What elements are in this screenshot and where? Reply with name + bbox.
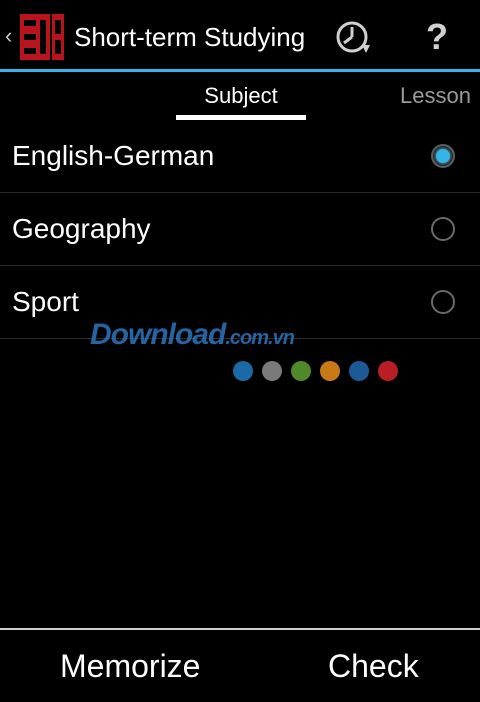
bottom-bar: Memorize Check — [0, 628, 480, 702]
page-title: Short-term Studying — [74, 22, 306, 52]
tab-subject[interactable]: Subject — [176, 82, 306, 110]
memorize-button[interactable]: Memorize — [60, 646, 200, 686]
watermark-dots — [233, 361, 407, 381]
radio-button[interactable] — [431, 217, 455, 241]
list-item-label: Geography — [12, 213, 151, 244]
watermark-suffix: .com.vn — [225, 327, 295, 349]
clock-refresh-icon[interactable] — [332, 17, 376, 57]
watermark-dot — [262, 361, 282, 381]
list-item-english-german[interactable]: English-German — [0, 120, 480, 193]
watermark-dot — [291, 361, 311, 381]
check-button[interactable]: Check — [328, 646, 419, 686]
list-item-label: English-German — [12, 140, 215, 171]
watermark-dot — [378, 361, 398, 381]
up-caret-icon[interactable]: ‹ — [5, 22, 12, 50]
radio-button[interactable] — [431, 290, 455, 314]
watermark-text: Download — [90, 318, 226, 351]
watermark-dot — [349, 361, 369, 381]
list-item-label: Sport — [12, 286, 79, 317]
watermark-dot — [233, 361, 253, 381]
tab-lesson[interactable]: Lesson — [400, 82, 471, 110]
mm-logo-icon[interactable] — [18, 14, 66, 60]
list-item-geography[interactable]: Geography — [0, 193, 480, 266]
action-bar: ‹ Short-term Studying ? — [0, 0, 480, 72]
tab-bar: Subject Lesson — [0, 72, 480, 122]
radio-button-checked[interactable] — [431, 144, 455, 168]
subject-list: English-German Geography Sport — [0, 120, 480, 339]
help-button[interactable]: ? — [414, 14, 460, 60]
watermark-dot — [320, 361, 340, 381]
watermark: Download.com.vn — [90, 318, 295, 352]
